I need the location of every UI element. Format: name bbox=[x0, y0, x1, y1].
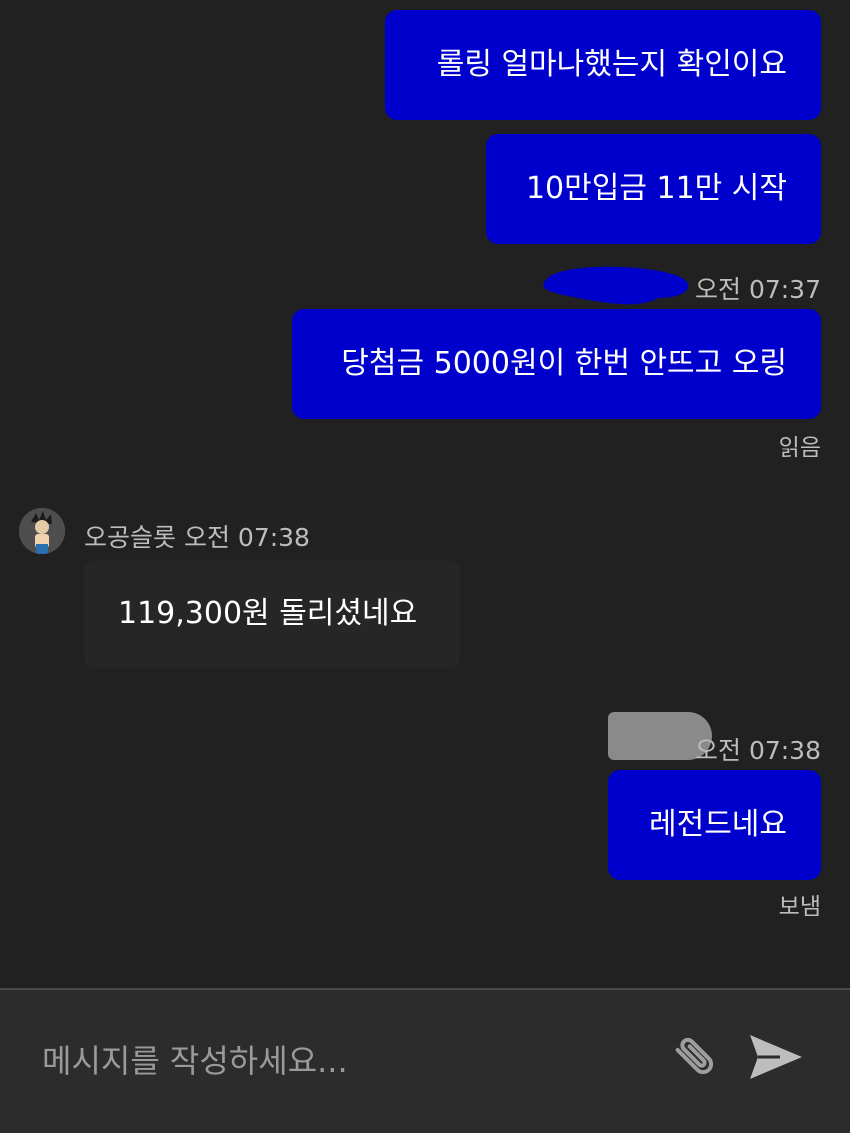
message-timestamp: 오전 07:38 bbox=[183, 523, 310, 552]
outgoing-message: 당첨금 5000원이 한번 안뜨고 오링 bbox=[292, 309, 821, 419]
outgoing-message: 레전드네요 bbox=[608, 770, 821, 880]
message-composer bbox=[0, 988, 850, 1133]
message-input[interactable] bbox=[40, 1030, 634, 1092]
avatar[interactable] bbox=[19, 508, 65, 554]
send-icon[interactable] bbox=[744, 1027, 804, 1087]
outgoing-message: 10만입금 11만 시작 bbox=[486, 134, 821, 244]
message-timestamp: 오전 07:37 bbox=[695, 275, 821, 304]
read-status: 읽음 bbox=[778, 435, 821, 461]
message-timestamp: 오전 07:38 bbox=[695, 736, 821, 765]
avatar-image bbox=[19, 508, 65, 554]
paperclip-icon[interactable] bbox=[666, 1027, 726, 1087]
chat-thread: 롤링 얼마나했는지 확인이요 10만입금 11만 시작 오전 07:37 당첨금… bbox=[0, 0, 850, 988]
sender-info: 오공슬롯 오전 07:38 bbox=[84, 518, 310, 554]
sent-status: 보냄 bbox=[778, 894, 821, 920]
outgoing-message: 롤링 얼마나했는지 확인이요 bbox=[385, 10, 821, 120]
sender-name: 오공슬롯 bbox=[84, 523, 177, 552]
incoming-message: 119,300원 돌리셨네요 bbox=[84, 560, 460, 668]
